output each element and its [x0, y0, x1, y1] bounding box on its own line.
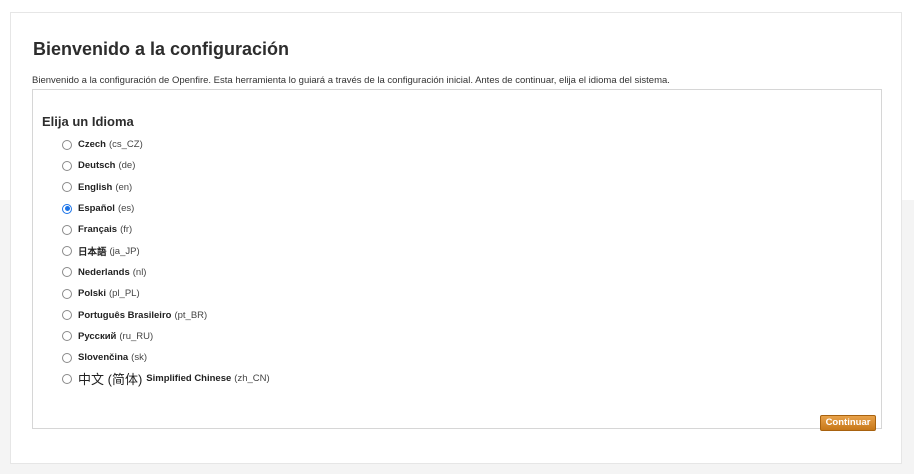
language-option-fr[interactable]: Français (fr) — [62, 219, 270, 240]
language-name: Français — [78, 224, 118, 236]
radio-button-selected[interactable] — [62, 203, 72, 214]
language-code: (es) — [117, 203, 135, 215]
language-heading: Elija un Idioma — [42, 114, 134, 129]
language-code: (sk) — [131, 352, 147, 364]
language-code: (ja_JP) — [109, 245, 140, 257]
language-code: (pt_BR) — [174, 309, 208, 321]
page-title: Bienvenido a la configuración — [33, 39, 290, 59]
language-code: (zh_CN) — [234, 373, 270, 385]
radio-button[interactable] — [62, 139, 72, 150]
radio-button[interactable] — [62, 267, 72, 278]
language-name: Nederlands — [78, 266, 130, 278]
language-name: Español — [78, 203, 115, 215]
radio-button[interactable] — [62, 373, 72, 384]
radio-button[interactable] — [62, 246, 72, 257]
language-code: (pl_PL) — [109, 288, 140, 300]
language-option-ja[interactable]: 日本語 (ja_JP) — [62, 240, 270, 261]
language-code: (de) — [118, 160, 136, 172]
language-option-nl[interactable]: Nederlands (nl) — [62, 262, 270, 283]
language-code: (en) — [115, 181, 133, 193]
language-option-cs[interactable]: Czech (cs_CZ) — [62, 134, 270, 155]
language-option-zh-cn[interactable]: 中文 (简体) Simplified Chinese (zh_CN) — [62, 368, 270, 389]
language-name: Polski — [78, 288, 106, 300]
radio-button[interactable] — [62, 331, 72, 342]
language-name: Deutsch — [78, 160, 116, 172]
language-option-sk[interactable]: Slovenčina (sk) — [62, 347, 270, 368]
language-native-name: 中文 (简体) — [78, 372, 143, 388]
language-option-pt-br[interactable]: Português Brasileiro (pt_BR) — [62, 304, 270, 325]
radio-button[interactable] — [62, 182, 72, 193]
setup-panel: Bienvenido a la configuración Bienvenido… — [10, 12, 902, 464]
language-name: Português Brasileiro — [78, 309, 172, 321]
language-option-de[interactable]: Deutsch (de) — [62, 155, 270, 176]
language-option-ru[interactable]: Русский (ru_RU) — [62, 326, 270, 347]
radio-button[interactable] — [62, 224, 72, 235]
radio-button[interactable] — [62, 352, 72, 363]
language-name: Simplified Chinese — [146, 373, 232, 385]
language-option-en[interactable]: English (en) — [62, 177, 270, 198]
radio-button[interactable] — [62, 160, 72, 171]
language-name: English — [78, 181, 113, 193]
intro-text: Bienvenido a la configuración de Openfir… — [32, 75, 670, 86]
language-panel: Elija un Idioma Czech (cs_CZ) Deutsch (d… — [32, 89, 882, 431]
language-list: Czech (cs_CZ) Deutsch (de) English (en) … — [62, 134, 270, 390]
language-name: Czech — [78, 139, 106, 151]
language-name: Slovenčina — [78, 352, 129, 364]
language-name: 日本語 — [78, 247, 107, 259]
language-code: (nl) — [132, 266, 147, 278]
language-option-pl[interactable]: Polski (pl_PL) — [62, 283, 270, 304]
radio-button[interactable] — [62, 288, 72, 299]
language-name: Русский — [78, 330, 117, 342]
language-code: (fr) — [120, 224, 133, 236]
continue-button[interactable]: Continuar — [820, 415, 876, 431]
language-option-es[interactable]: Español (es) — [62, 198, 270, 219]
language-code: (ru_RU) — [119, 330, 154, 342]
radio-button[interactable] — [62, 310, 72, 321]
language-code: (cs_CZ) — [108, 139, 143, 151]
